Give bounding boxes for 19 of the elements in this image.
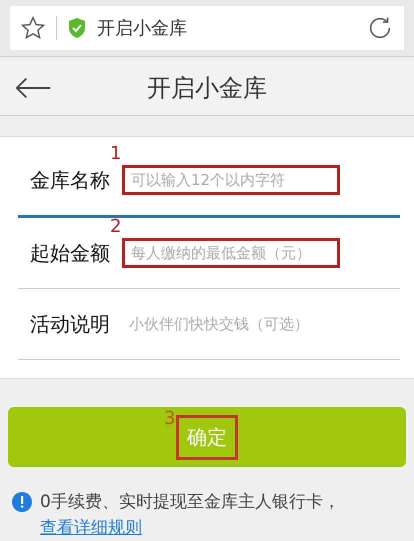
field-label: 起始金额 xyxy=(29,240,110,266)
input-field[interactable]: 可以输入12个以内字符 xyxy=(122,165,340,195)
address-bar[interactable]: 开启小金库 xyxy=(10,6,404,50)
header-title: 开启小金库 xyxy=(146,73,268,104)
star-icon[interactable] xyxy=(20,15,46,41)
rules-link[interactable]: 查看详细规则 xyxy=(40,518,142,538)
annotation-number: 2 xyxy=(110,216,122,237)
confirm-button[interactable]: 3 确定 xyxy=(8,407,406,467)
input-field[interactable]: 小伙伴们快快交钱（可选） xyxy=(122,310,366,338)
page-title: 开启小金库 xyxy=(97,17,188,40)
field-label: 金库名称 xyxy=(29,166,110,194)
annotation-frame: 确定 xyxy=(176,414,238,460)
field-label: 活动说明 xyxy=(29,310,110,338)
annotation-number: 1 xyxy=(110,143,122,164)
input-field[interactable]: 每人缴纳的最低金额（元） xyxy=(122,238,340,268)
info-icon xyxy=(12,492,32,512)
annotation-number: 3 xyxy=(164,409,176,429)
back-arrow-icon[interactable] xyxy=(14,76,52,100)
notice-text: 0手续费、实时提现至金库主人银行卡， 查看详细规则 xyxy=(40,491,341,540)
